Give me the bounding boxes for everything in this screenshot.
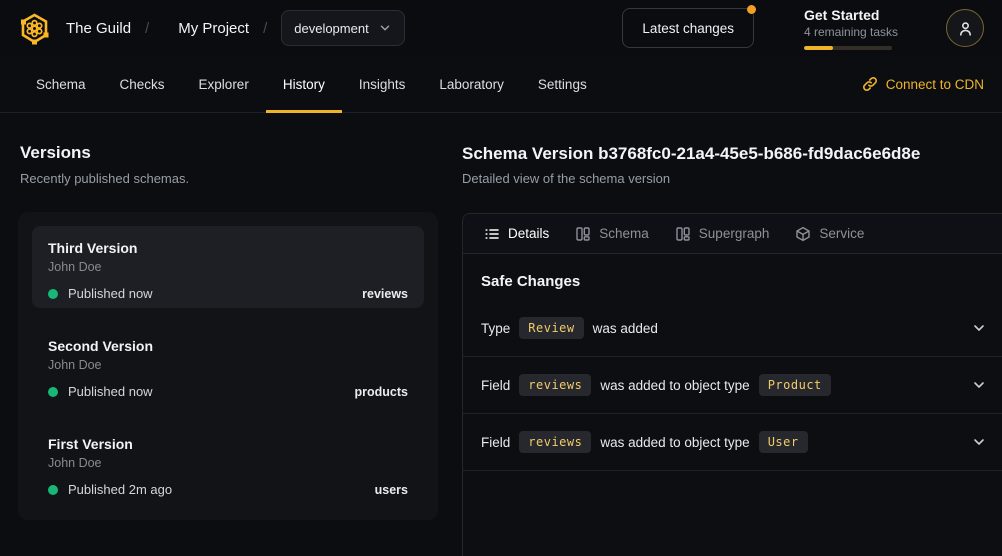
tab-explorer[interactable]: Explorer — [182, 56, 266, 112]
change-description: was added to object type — [600, 435, 749, 450]
get-started-tasks: 4 remaining tasks — [804, 25, 896, 39]
environment-select[interactable]: development — [281, 10, 404, 46]
user-icon — [957, 20, 974, 37]
user-menu-button[interactable] — [946, 9, 984, 47]
version-status: Published now — [68, 286, 153, 301]
version-list-item[interactable]: Third Version John Doe Published now rev… — [32, 226, 424, 308]
latest-changes-button[interactable]: Latest changes — [622, 8, 754, 48]
tab-details-label: Details — [508, 226, 549, 241]
version-status: Published now — [68, 384, 153, 399]
change-description: was added — [593, 321, 658, 336]
link-icon — [862, 76, 878, 92]
version-author: John Doe — [48, 456, 408, 470]
panels-icon — [675, 226, 691, 242]
breadcrumb-project[interactable]: My Project — [178, 20, 249, 37]
chevron-down-icon[interactable] — [971, 434, 987, 450]
change-row[interactable]: Field reviews was added to object type P… — [463, 357, 1002, 414]
version-service: products — [355, 385, 408, 399]
published-status-dot — [48, 485, 58, 495]
version-service: users — [375, 483, 408, 497]
breadcrumb-separator: / — [263, 20, 267, 37]
version-name: Third Version — [48, 240, 408, 256]
published-status-dot — [48, 289, 58, 299]
change-description: was added to object type — [600, 378, 749, 393]
versions-list: Third Version John Doe Published now rev… — [18, 212, 438, 520]
get-started-widget[interactable]: Get Started 4 remaining tasks — [804, 7, 896, 50]
tab-history[interactable]: History — [266, 56, 342, 112]
chevron-down-icon[interactable] — [971, 377, 987, 393]
change-type-badge: Product — [759, 374, 831, 396]
tab-schema[interactable]: Schema — [19, 56, 103, 112]
safe-changes-heading: Safe Changes — [481, 273, 987, 290]
tab-supergraph-label: Supergraph — [699, 226, 770, 241]
version-author: John Doe — [48, 358, 408, 372]
change-type-badge: User — [759, 431, 808, 453]
chevron-down-icon[interactable] — [971, 320, 987, 336]
project-nav: Schema Checks Explorer History Insights … — [0, 56, 1002, 113]
top-bar: The Guild / My Project / development Lat… — [0, 0, 1002, 56]
tab-settings[interactable]: Settings — [521, 56, 604, 112]
notification-dot — [747, 5, 756, 14]
version-status: Published 2m ago — [68, 482, 172, 497]
tab-service-label: Service — [819, 226, 864, 241]
connect-to-cdn-label: Connect to CDN — [886, 77, 984, 92]
schema-version-panel: Details Schema Supergraph Ser — [462, 213, 1002, 556]
detail-tab-bar: Details Schema Supergraph Ser — [463, 214, 1002, 254]
schema-version-title: Schema Version b3768fc0-21a4-45e5-b686-f… — [462, 144, 920, 164]
versions-panel-subtitle: Recently published schemas. — [20, 171, 189, 186]
change-prefix: Field — [481, 378, 510, 393]
version-list-item[interactable]: First Version John Doe Published 2m ago … — [32, 422, 424, 504]
breadcrumb-separator: / — [145, 20, 149, 37]
connect-to-cdn-link[interactable]: Connect to CDN — [862, 56, 984, 112]
tab-service[interactable]: Service — [782, 214, 877, 253]
change-prefix: Type — [481, 321, 510, 336]
change-badge: reviews — [519, 431, 591, 453]
change-badge: Review — [519, 317, 583, 339]
version-name: Second Version — [48, 338, 408, 354]
change-row[interactable]: Type Review was added — [463, 300, 1002, 357]
cube-icon — [795, 226, 811, 242]
guild-logo-icon[interactable] — [18, 12, 51, 45]
tab-supergraph[interactable]: Supergraph — [662, 214, 783, 253]
published-status-dot — [48, 387, 58, 397]
change-prefix: Field — [481, 435, 510, 450]
latest-changes-label: Latest changes — [642, 21, 734, 36]
versions-panel-title: Versions — [20, 143, 91, 163]
chevron-down-icon — [378, 21, 392, 35]
tab-details[interactable]: Details — [471, 214, 562, 253]
schema-version-subtitle: Detailed view of the schema version — [462, 171, 670, 186]
version-service: reviews — [362, 287, 408, 301]
environment-select-value: development — [294, 21, 368, 36]
panels-icon — [575, 226, 591, 242]
tab-laboratory[interactable]: Laboratory — [422, 56, 521, 112]
tab-checks[interactable]: Checks — [103, 56, 182, 112]
tab-schema-view-label: Schema — [599, 226, 649, 241]
change-row[interactable]: Field reviews was added to object type U… — [463, 414, 1002, 471]
onboarding-progress — [804, 46, 892, 50]
tab-insights[interactable]: Insights — [342, 56, 423, 112]
breadcrumb-org[interactable]: The Guild — [66, 20, 131, 37]
change-badge: reviews — [519, 374, 591, 396]
version-name: First Version — [48, 436, 408, 452]
tab-schema-view[interactable]: Schema — [562, 214, 662, 253]
list-icon — [484, 226, 500, 242]
get-started-title: Get Started — [804, 7, 896, 23]
onboarding-progress-fill — [804, 46, 833, 50]
version-list-item[interactable]: Second Version John Doe Published now pr… — [32, 324, 424, 406]
version-author: John Doe — [48, 260, 408, 274]
